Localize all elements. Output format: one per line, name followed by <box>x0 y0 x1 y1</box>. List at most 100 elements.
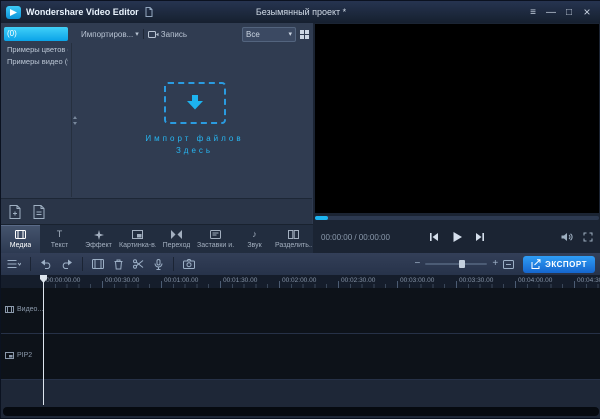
edit-clip-icon[interactable] <box>92 259 104 269</box>
undo-icon[interactable] <box>40 259 52 269</box>
tab-split-screen[interactable]: Разделить... <box>274 225 313 253</box>
fit-timeline-icon[interactable] <box>503 260 514 269</box>
video-track-icon <box>5 306 14 313</box>
record-label: Запись <box>161 30 187 39</box>
app-logo-icon <box>6 6 21 19</box>
zoom-in-button[interactable]: + <box>492 259 498 269</box>
tab-label: Картинка-в... <box>119 242 156 249</box>
track-pip2-header[interactable]: PIP2 <box>5 352 32 359</box>
split-icon <box>288 230 299 240</box>
tab-label: Звук <box>247 242 261 249</box>
media-panel-footer <box>1 198 312 225</box>
timeline-horizontal-scrollbar[interactable] <box>3 407 599 416</box>
fullscreen-icon[interactable] <box>583 232 593 242</box>
file-add-icon[interactable] <box>9 205 21 219</box>
import-button[interactable]: Импортиров... ▾ <box>81 30 139 39</box>
track-video[interactable] <box>1 288 600 334</box>
toolbar-divider <box>30 257 31 271</box>
close-button[interactable]: × <box>578 4 596 20</box>
pip-icon <box>132 230 143 240</box>
track-pip2[interactable] <box>1 334 600 380</box>
tab-transition[interactable]: Переход <box>157 225 196 253</box>
toolbar-divider <box>173 257 174 271</box>
timeline-toolbar: − + ЭКСПОРТ <box>1 253 600 276</box>
window-controls: ≡ — □ × <box>524 4 596 20</box>
preview-right-controls <box>561 232 593 242</box>
tab-media[interactable]: Медиа <box>1 225 40 253</box>
ruler-label: 00:01:30.00 <box>223 277 257 284</box>
playback-controls: 00:00:00 / 00:00:00 <box>313 221 600 253</box>
play-button[interactable] <box>451 231 463 243</box>
track-label-text: PIP2 <box>17 352 32 359</box>
file-icon[interactable] <box>33 205 45 219</box>
media-toolbar: Импортиров... ▾ Запись Все ▾ <box>81 27 309 41</box>
tab-sound[interactable]: ♪ Звук <box>235 225 274 253</box>
redo-icon[interactable] <box>61 259 73 269</box>
app-window: Wondershare Video Editor Безымянный прое… <box>0 0 600 419</box>
track-label-text: Видео... <box>17 306 43 313</box>
ruler-label: 00:01:00.00 <box>164 277 198 284</box>
timeline-ruler[interactable]: 00:00:00.00 00:00:30.00 00:01:00.00 00:0… <box>1 275 600 289</box>
collection-list: (0) Примеры цветов (13) Примеры видео (9… <box>4 27 68 197</box>
filter-value: Все <box>246 30 260 39</box>
export-button[interactable]: ЭКСПОРТ <box>523 256 595 273</box>
delete-icon[interactable] <box>113 259 124 270</box>
toolbar-divider <box>82 257 83 271</box>
tab-picture-in-picture[interactable]: Картинка-в... <box>118 225 157 253</box>
pip-track-icon <box>5 352 14 359</box>
transition-icon <box>171 230 182 240</box>
step-back-button[interactable] <box>429 232 439 242</box>
volume-icon[interactable] <box>561 232 573 242</box>
playhead-line[interactable] <box>43 280 44 405</box>
toolbar-divider <box>143 29 144 39</box>
mic-icon[interactable] <box>153 259 164 270</box>
export-label: ЭКСПОРТ <box>545 260 587 269</box>
ruler-label: 00:04:30.00 <box>577 277 600 284</box>
zoom-out-button[interactable]: − <box>414 259 420 269</box>
seek-bar[interactable] <box>315 216 599 220</box>
zoom-control: − + <box>414 259 514 269</box>
scroll-up-icon[interactable] <box>73 116 77 119</box>
export-icon <box>531 259 541 269</box>
record-button[interactable]: Запись <box>148 30 187 39</box>
collection-item-sample-colors[interactable]: Примеры цветов (13) <box>4 44 68 56</box>
split-scissors-icon[interactable] <box>133 259 144 269</box>
app-title: Wondershare Video Editor <box>26 7 139 17</box>
scroll-down-icon[interactable] <box>73 122 77 125</box>
tab-label: Медиа <box>10 242 32 249</box>
media-library-panel: (0) Примеры цветов (13) Примеры видео (9… <box>1 23 314 253</box>
tab-intro-credit[interactable]: Заставки и... <box>196 225 235 253</box>
document-icon <box>145 7 153 17</box>
chevron-down-icon: ▾ <box>288 31 292 38</box>
zoom-slider[interactable] <box>425 263 487 265</box>
track-manager-button[interactable] <box>7 259 21 269</box>
collection-item-user-album[interactable]: (0) <box>4 27 68 41</box>
snapshot-icon[interactable] <box>183 259 195 269</box>
intro-icon <box>210 230 221 240</box>
ruler-label: 00:00:00.00 <box>46 277 80 284</box>
dropzone-text-line1: Импорт файлов <box>145 133 243 145</box>
media-filter-select[interactable]: Все ▾ <box>242 27 296 42</box>
video-viewport[interactable] <box>315 24 599 213</box>
track-video-header[interactable]: Видео... <box>5 306 43 313</box>
collection-item-sample-videos[interactable]: Примеры видео (9) <box>4 56 68 68</box>
zoom-slider-handle[interactable] <box>459 260 465 268</box>
grid-view-icon[interactable] <box>300 30 309 39</box>
tab-text[interactable]: T Текст <box>40 225 79 253</box>
maximize-button[interactable]: □ <box>560 4 578 20</box>
effect-icon <box>94 230 104 240</box>
import-dropzone[interactable]: Импорт файлов Здесь <box>79 43 310 195</box>
media-icon <box>15 230 26 240</box>
menu-icon[interactable]: ≡ <box>524 4 542 20</box>
panel-splitter[interactable] <box>71 43 77 197</box>
titlebar[interactable]: Wondershare Video Editor Безымянный прое… <box>1 1 600 24</box>
step-forward-button[interactable] <box>475 232 485 242</box>
ruler-label: 00:03:00.00 <box>400 277 434 284</box>
tab-effect[interactable]: Эффект <box>79 225 118 253</box>
chevron-down-icon: ▾ <box>135 31 139 38</box>
dropzone-border[interactable] <box>164 82 226 124</box>
download-arrow-icon <box>185 95 205 110</box>
minimize-button[interactable]: — <box>542 4 560 20</box>
tab-label: Разделить... <box>275 242 312 249</box>
tab-label: Заставки и... <box>197 242 234 249</box>
